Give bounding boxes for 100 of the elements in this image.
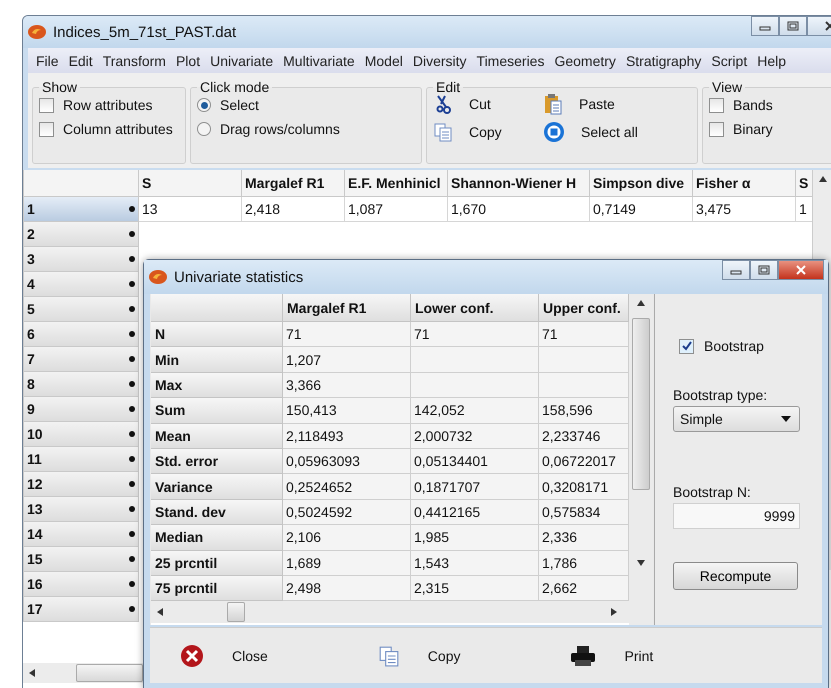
- column-header[interactable]: Shannon-Wiener H: [448, 170, 590, 197]
- row-header[interactable]: 15: [23, 547, 139, 572]
- column-header[interactable]: Simpson dive: [590, 170, 693, 197]
- app-logo-icon: [27, 24, 47, 40]
- scroll-thumb[interactable]: [76, 664, 143, 682]
- menu-item[interactable]: Diversity: [408, 51, 473, 71]
- clipboard-icon: [543, 93, 563, 115]
- table-cell: 0,2524652: [283, 474, 411, 500]
- minimize-button[interactable]: [722, 260, 750, 280]
- row-header[interactable]: 12: [23, 472, 139, 497]
- input-field[interactable]: 9999: [673, 503, 800, 529]
- row-header[interactable]: 1: [23, 197, 139, 222]
- scroll-thumb[interactable]: [227, 602, 245, 622]
- column-header[interactable]: S: [139, 170, 242, 197]
- menu-item[interactable]: Script: [707, 51, 754, 71]
- menu-item[interactable]: Help: [753, 51, 792, 71]
- column-header[interactable]: E.F. Menhinicl: [345, 170, 448, 197]
- checkbox[interactable]: [709, 122, 724, 136]
- footer-button[interactable]: Close: [232, 648, 268, 664]
- menu-item[interactable]: Model: [360, 51, 409, 71]
- table-cell: 2,498: [283, 576, 411, 602]
- checkbox[interactable]: [709, 98, 724, 112]
- row-marker-icon: [129, 331, 135, 337]
- minimize-button[interactable]: [751, 16, 779, 36]
- menu-item[interactable]: Stratigraphy: [622, 51, 708, 71]
- checkbox[interactable]: [39, 122, 54, 136]
- column-header[interactable]: Margalef R1: [242, 170, 345, 197]
- row-header[interactable]: 4: [23, 272, 139, 297]
- row-header[interactable]: 17: [23, 597, 139, 622]
- table-cell: 1,786: [539, 550, 629, 576]
- footer-button[interactable]: Print: [624, 648, 654, 664]
- close-button[interactable]: [778, 260, 824, 280]
- row-marker-icon: [129, 256, 135, 262]
- row-header[interactable]: 13: [23, 497, 139, 522]
- checkbox[interactable]: [679, 338, 694, 354]
- column-header[interactable]: Margalef R1: [283, 294, 411, 322]
- radio-button[interactable]: [197, 122, 211, 136]
- table-cell: 71: [283, 322, 411, 348]
- close-icon: [180, 644, 204, 668]
- row-header[interactable]: 8: [23, 372, 139, 397]
- menu-item[interactable]: Plot: [172, 51, 206, 71]
- row-marker-icon: [129, 606, 135, 612]
- scroll-arrow-icon[interactable]: [637, 560, 645, 566]
- menu-item[interactable]: Univariate: [206, 51, 280, 71]
- toolbar-button[interactable]: Paste: [579, 96, 615, 112]
- caret-icon: [781, 416, 791, 422]
- row-header[interactable]: 11: [23, 447, 139, 472]
- row-header: Median: [151, 525, 283, 551]
- row-header[interactable]: 16: [23, 572, 139, 597]
- scrollbar[interactable]: [23, 663, 143, 683]
- scroll-arrow-icon[interactable]: [818, 176, 826, 182]
- footer-button[interactable]: Copy: [428, 648, 460, 664]
- row-marker-icon: [129, 356, 135, 362]
- recompute-button[interactable]: Recompute: [673, 562, 798, 590]
- menu-item[interactable]: Geometry: [550, 51, 622, 71]
- menu-item[interactable]: Timeseries: [472, 51, 550, 71]
- row-header[interactable]: 10: [23, 422, 139, 447]
- radio-label: Select: [220, 97, 259, 113]
- maximize-button[interactable]: [779, 16, 807, 36]
- row-header[interactable]: 14: [23, 522, 139, 547]
- radio-button[interactable]: [197, 98, 211, 112]
- field-label: Bootstrap N:: [673, 484, 752, 500]
- row-header[interactable]: 7: [23, 347, 139, 372]
- column-header[interactable]: Fisher α: [693, 170, 796, 197]
- select-all-icon: [543, 121, 565, 143]
- table-cell: 0,06722017: [539, 448, 629, 474]
- row-marker-icon: [129, 231, 135, 237]
- close-icon: [795, 265, 807, 275]
- menu-item[interactable]: Transform: [98, 51, 172, 71]
- table-cell: 13: [139, 197, 242, 222]
- scroll-arrow-icon[interactable]: [29, 669, 35, 677]
- column-header[interactable]: S: [796, 170, 812, 197]
- row-header[interactable]: 9: [23, 397, 139, 422]
- column-header[interactable]: Upper conf.: [539, 294, 629, 322]
- row-marker-icon: [129, 306, 135, 312]
- column-header[interactable]: Lower conf.: [411, 294, 539, 322]
- row-marker-icon: [129, 531, 135, 537]
- toolbar-button[interactable]: Cut: [469, 96, 491, 112]
- row-header[interactable]: 6: [23, 322, 139, 347]
- menu-item[interactable]: File: [32, 51, 65, 71]
- table-cell: 0,7149: [590, 197, 693, 222]
- menu-item[interactable]: Edit: [64, 51, 99, 71]
- table-cell: 1,689: [283, 550, 411, 576]
- dropdown[interactable]: Simple: [673, 406, 800, 432]
- table-cell: 0,575834: [539, 500, 629, 526]
- group-title: Edit: [435, 79, 462, 95]
- row-header[interactable]: 5: [23, 297, 139, 322]
- scroll-arrow-icon[interactable]: [157, 608, 163, 616]
- checkbox[interactable]: [39, 98, 54, 112]
- menu-item[interactable]: Multivariate: [279, 51, 361, 71]
- row-header[interactable]: 3: [23, 247, 139, 272]
- printer-icon: [570, 644, 596, 666]
- maximize-button[interactable]: [750, 260, 778, 280]
- scroll-thumb[interactable]: [632, 318, 650, 490]
- toolbar-button[interactable]: Copy: [469, 124, 502, 140]
- row-header[interactable]: 2: [23, 222, 139, 247]
- group-title: Click mode: [199, 79, 270, 95]
- scroll-arrow-icon[interactable]: [637, 300, 645, 306]
- scrollbar[interactable]: [151, 601, 629, 624]
- toolbar-button[interactable]: Select all: [581, 124, 638, 140]
